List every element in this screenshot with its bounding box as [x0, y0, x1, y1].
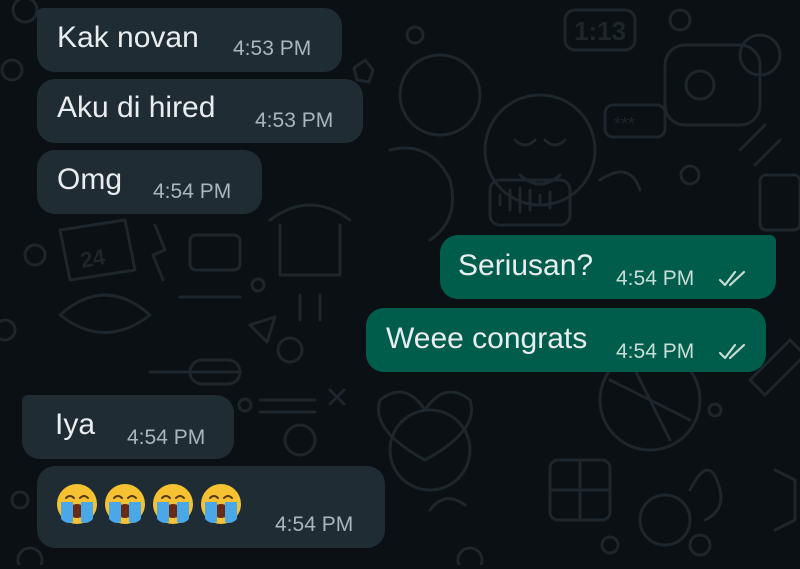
loudly-crying-face-icon — [105, 484, 145, 524]
message-text: Aku di hired — [57, 91, 216, 124]
message-timestamp: 4:54 PM — [616, 340, 695, 363]
incoming-message-bubble[interactable]: Aku di hired 4:53 PM — [37, 79, 363, 143]
read-receipt-double-check-icon — [718, 270, 746, 287]
message-timestamp: 4:54 PM — [616, 267, 695, 290]
message-timestamp: 4:53 PM — [233, 37, 312, 60]
emoji-row — [55, 482, 243, 526]
wallpaper-clock-text: 1:13 — [574, 16, 626, 46]
message-text: Kak novan — [57, 21, 199, 54]
message-text: Weee congrats — [386, 322, 588, 355]
message-timestamp: 4:53 PM — [255, 109, 334, 132]
incoming-message-bubble[interactable]: Omg 4:54 PM — [37, 150, 262, 214]
message-timestamp: 4:54 PM — [127, 426, 206, 449]
incoming-message-bubble[interactable]: Kak novan 4:53 PM — [37, 8, 342, 72]
outgoing-message-bubble[interactable]: Weee congrats 4:54 PM — [366, 308, 766, 372]
loudly-crying-face-icon — [201, 484, 241, 524]
wallpaper-password-text: *** — [614, 114, 635, 134]
incoming-message-bubble[interactable]: 4:54 PM — [37, 466, 385, 548]
message-timestamp: 4:54 PM — [275, 513, 354, 536]
message-text: Iya — [55, 408, 96, 441]
read-receipt-double-check-icon — [718, 343, 746, 360]
message-timestamp: 4:54 PM — [153, 180, 232, 203]
outgoing-message-bubble[interactable]: Seriusan? 4:54 PM — [440, 235, 776, 299]
bottom-edge — [0, 565, 800, 569]
wallpaper-calendar-text: 24 — [79, 244, 108, 273]
message-text: Omg — [57, 163, 123, 196]
message-text: Seriusan? — [458, 249, 594, 282]
loudly-crying-face-icon — [153, 484, 193, 524]
loudly-crying-face-icon — [57, 484, 97, 524]
incoming-message-bubble[interactable]: Iya 4:54 PM — [22, 395, 234, 459]
